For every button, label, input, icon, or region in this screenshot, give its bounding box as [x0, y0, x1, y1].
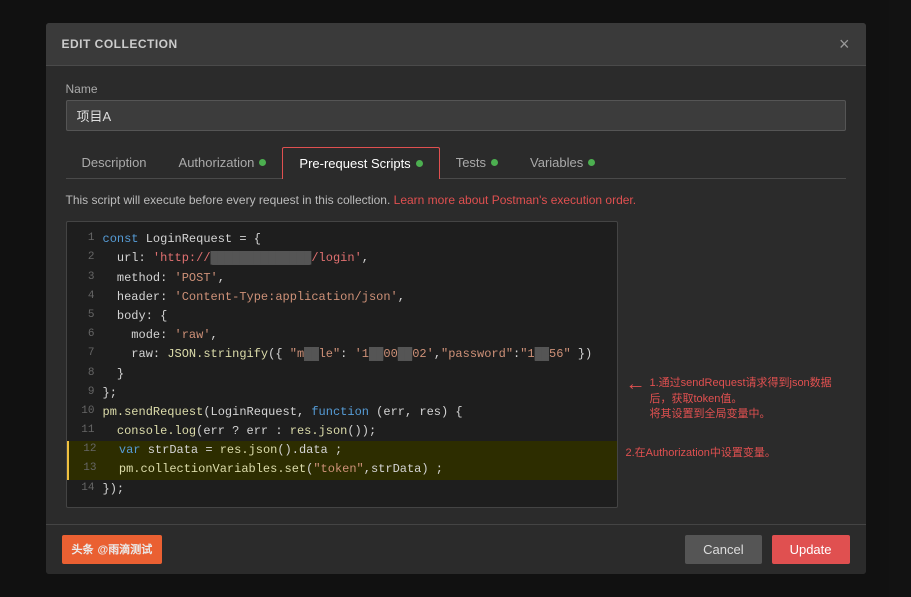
- modal-title: EDIT COLLECTION: [62, 37, 178, 51]
- tab-pre-request[interactable]: Pre-request Scripts: [282, 147, 439, 179]
- watermark-site: 头条: [72, 541, 94, 557]
- annotation-1-line-2: 将其设置到全局变量中。: [650, 407, 846, 422]
- annotations-panel: ← 1.通过sendRequest请求得到json数据后，获取token值。 将…: [626, 221, 846, 508]
- code-line-1: 1 const LoginRequest = {: [67, 230, 617, 249]
- close-button[interactable]: ×: [839, 35, 850, 53]
- annotation-2-text: 2.在Authorization中设置变量。: [626, 446, 846, 461]
- modal-header: EDIT COLLECTION ×: [46, 23, 866, 66]
- code-line-4: 4 header: 'Content-Type:application/json…: [67, 288, 617, 307]
- modal-body: Name Description Authorization Pre-reque…: [46, 66, 866, 524]
- name-input[interactable]: [66, 100, 846, 131]
- code-line-11: 11 console.log(err ? err : res.json());: [67, 422, 617, 441]
- tab-variables-label: Variables: [530, 155, 583, 170]
- code-line-7: 7 raw: JSON.stringify({ "m██le": '1██00█…: [67, 345, 617, 364]
- pre-request-description: This script will execute before every re…: [66, 191, 846, 209]
- code-line-8: 8 }: [67, 365, 617, 384]
- pre-request-dot: [416, 160, 423, 167]
- tests-dot: [491, 159, 498, 166]
- code-line-13: 13 pm.collectionVariables.set("token",st…: [67, 460, 617, 479]
- annotation-arrow-1: ←: [626, 374, 646, 394]
- learn-more-link[interactable]: Learn more about Postman's execution ord…: [394, 193, 636, 207]
- code-line-5: 5 body: {: [67, 307, 617, 326]
- name-label: Name: [66, 82, 846, 96]
- modal-footer: 头条 @雨滴测试 Cancel Update: [46, 524, 866, 574]
- code-line-6: 6 mode: 'raw',: [67, 326, 617, 345]
- edit-collection-modal: EDIT COLLECTION × Name Description Autho…: [46, 23, 866, 574]
- code-line-12: 12 var strData = res.json().data ;: [67, 441, 617, 460]
- modal-overlay: EDIT COLLECTION × Name Description Autho…: [0, 0, 911, 597]
- authorization-dot: [259, 159, 266, 166]
- annotation-1-line-1: 1.通过sendRequest请求得到json数据后，获取token值。: [650, 376, 846, 407]
- code-section: 1 const LoginRequest = { 2 url: 'http://…: [66, 221, 846, 508]
- code-line-2: 2 url: 'http://██████████████/login',: [67, 249, 617, 268]
- annotation-2: 2.在Authorization中设置变量。: [626, 446, 846, 461]
- tab-authorization-label: Authorization: [179, 155, 255, 170]
- tabs-row: Description Authorization Pre-request Sc…: [66, 147, 846, 179]
- annotation-1: ← 1.通过sendRequest请求得到json数据后，获取token值。 将…: [626, 376, 846, 422]
- tab-authorization[interactable]: Authorization: [163, 147, 283, 178]
- code-line-3: 3 method: 'POST',: [67, 269, 617, 288]
- code-line-10: 10 pm.sendRequest(LoginRequest, function…: [67, 403, 617, 422]
- watermark: 头条 @雨滴测试: [62, 535, 163, 564]
- tab-description[interactable]: Description: [66, 147, 163, 178]
- tab-description-label: Description: [82, 155, 147, 170]
- variables-dot: [588, 159, 595, 166]
- update-button[interactable]: Update: [772, 535, 850, 564]
- tab-pre-request-label: Pre-request Scripts: [299, 156, 410, 171]
- watermark-brand: @雨滴测试: [98, 541, 153, 557]
- tab-tests-label: Tests: [456, 155, 486, 170]
- name-field-group: Name: [66, 82, 846, 131]
- code-editor[interactable]: 1 const LoginRequest = { 2 url: 'http://…: [66, 221, 618, 508]
- code-line-9: 9 };: [67, 384, 617, 403]
- tab-tests[interactable]: Tests: [440, 147, 514, 178]
- tab-variables[interactable]: Variables: [514, 147, 611, 178]
- code-line-14: 14 });: [67, 480, 617, 499]
- cancel-button[interactable]: Cancel: [685, 535, 761, 564]
- annotation-1-text: 1.通过sendRequest请求得到json数据后，获取token值。 将其设…: [650, 376, 846, 422]
